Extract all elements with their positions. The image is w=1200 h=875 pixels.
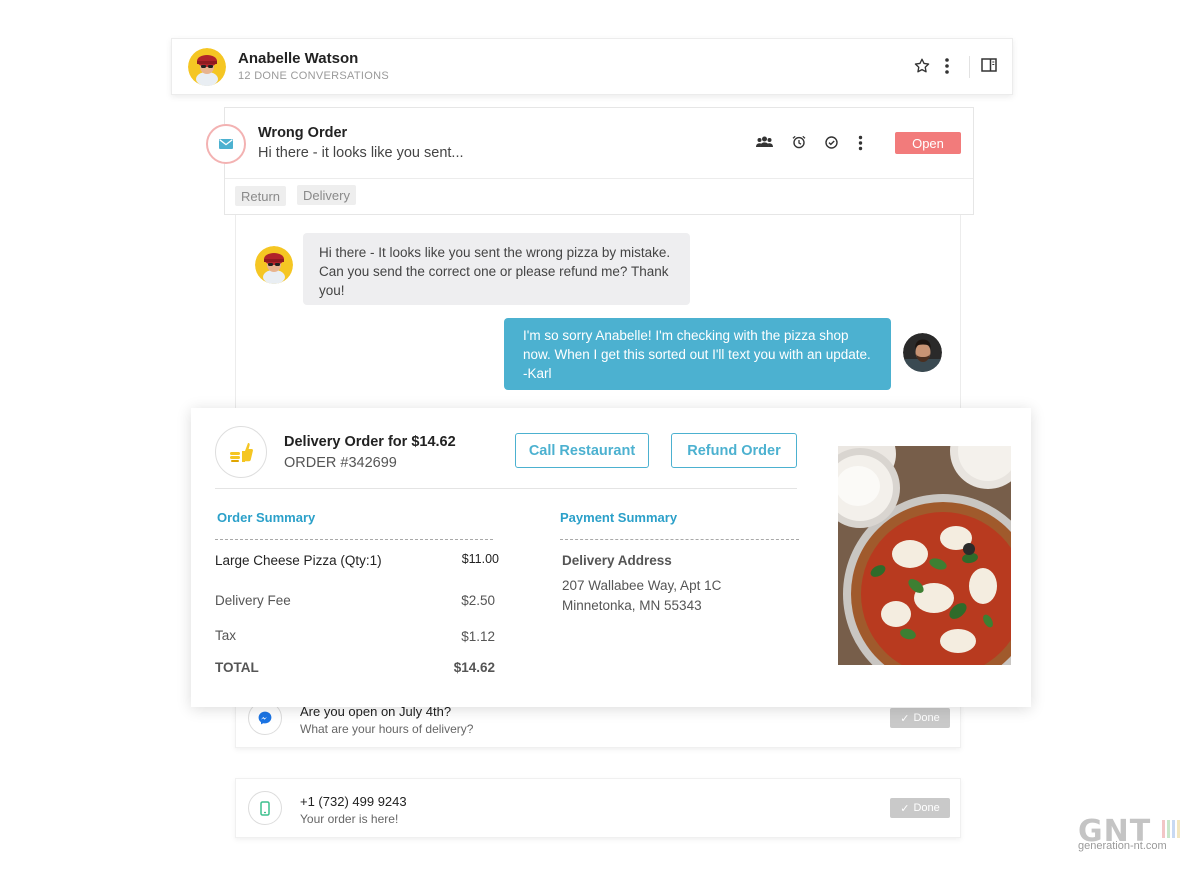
restaurant-logo-icon [215, 426, 267, 478]
mark-done-icon[interactable] [825, 136, 838, 149]
total-label: TOTAL [215, 660, 259, 675]
more-options-icon[interactable] [944, 57, 950, 75]
watermark-url: generation-nt.com [1078, 840, 1167, 852]
customer-avatar [255, 246, 293, 284]
agent-avatar [903, 333, 942, 372]
phone-icon [248, 791, 282, 825]
ticket-subtitle: Your order is here! [300, 812, 399, 826]
tag-delivery[interactable]: Delivery [297, 185, 356, 205]
ticket-title: +1 (732) 499 9243 [300, 794, 407, 809]
ticket-sms[interactable]: +1 (732) 499 9243 Your order is here! ✓ D… [235, 778, 961, 838]
tag-return[interactable]: Return [235, 186, 287, 206]
conversation-card[interactable]: Wrong Order Hi there - it looks like you… [206, 107, 974, 215]
done-button[interactable]: ✓ Done [890, 798, 950, 818]
check-icon: ✓ [900, 802, 910, 815]
tax-value: $1.12 [461, 629, 495, 644]
total-value: $14.62 [453, 660, 495, 675]
conversation-more-icon[interactable] [858, 135, 863, 151]
email-channel-icon [206, 124, 246, 164]
done-conversations-count: 12 DONE CONVERSATIONS [238, 70, 389, 82]
contact-avatar[interactable] [188, 48, 226, 86]
agent-message: I'm so sorry Anabelle! I'm checking with… [504, 318, 891, 390]
done-button[interactable]: ✓ Done [890, 708, 950, 728]
order-number: ORDER #342699 [284, 455, 397, 471]
contact-header: Anabelle Watson 12 DONE CONVERSATIONS [171, 38, 1013, 95]
tax-label: Tax [215, 628, 237, 643]
snooze-alarm-icon[interactable] [792, 135, 806, 149]
item-label: Large Cheese Pizza (Qty:1) [215, 553, 382, 568]
assign-team-icon[interactable] [756, 136, 773, 148]
customer-message: Hi there - It looks like you sent the wr… [303, 233, 690, 305]
ticket-subtitle: What are your hours of delivery? [300, 722, 474, 736]
address-line-2: Minnetonka, MN 55343 [562, 598, 702, 613]
order-summary-divider [215, 539, 493, 540]
pizza-photo [838, 446, 1011, 665]
payment-summary-divider [560, 539, 799, 540]
check-icon: ✓ [900, 712, 910, 725]
conversation-preview: Hi there - it looks like you sent... [258, 145, 464, 161]
payment-summary-title: Payment Summary [560, 510, 678, 525]
done-label: Done [913, 802, 940, 814]
contact-name: Anabelle Watson [238, 50, 359, 67]
order-divider [215, 488, 797, 489]
order-title: Delivery Order for $14.62 [284, 434, 456, 450]
delivery-fee-value: $2.50 [461, 593, 495, 608]
delivery-fee-label: Delivery Fee [215, 593, 291, 608]
call-restaurant-button[interactable]: Call Restaurant [515, 433, 649, 468]
status-badge[interactable]: Open [895, 132, 961, 154]
watermark-bars [1162, 818, 1184, 840]
header-divider [969, 56, 970, 78]
item-value: $11.00 [461, 552, 499, 566]
order-summary-title: Order Summary [217, 510, 316, 525]
conversation-divider [225, 178, 973, 179]
conversation-subject: Wrong Order [258, 125, 348, 141]
delivery-address-label: Delivery Address [562, 553, 672, 568]
done-label: Done [913, 712, 940, 724]
star-icon[interactable] [913, 57, 931, 75]
order-card: Delivery Order for $14.62 ORDER #342699 … [191, 408, 1031, 707]
address-line-1: 207 Wallabee Way, Apt 1C [562, 578, 722, 593]
refund-order-button[interactable]: Refund Order [671, 433, 797, 468]
sidebar-toggle-icon[interactable] [981, 58, 997, 72]
